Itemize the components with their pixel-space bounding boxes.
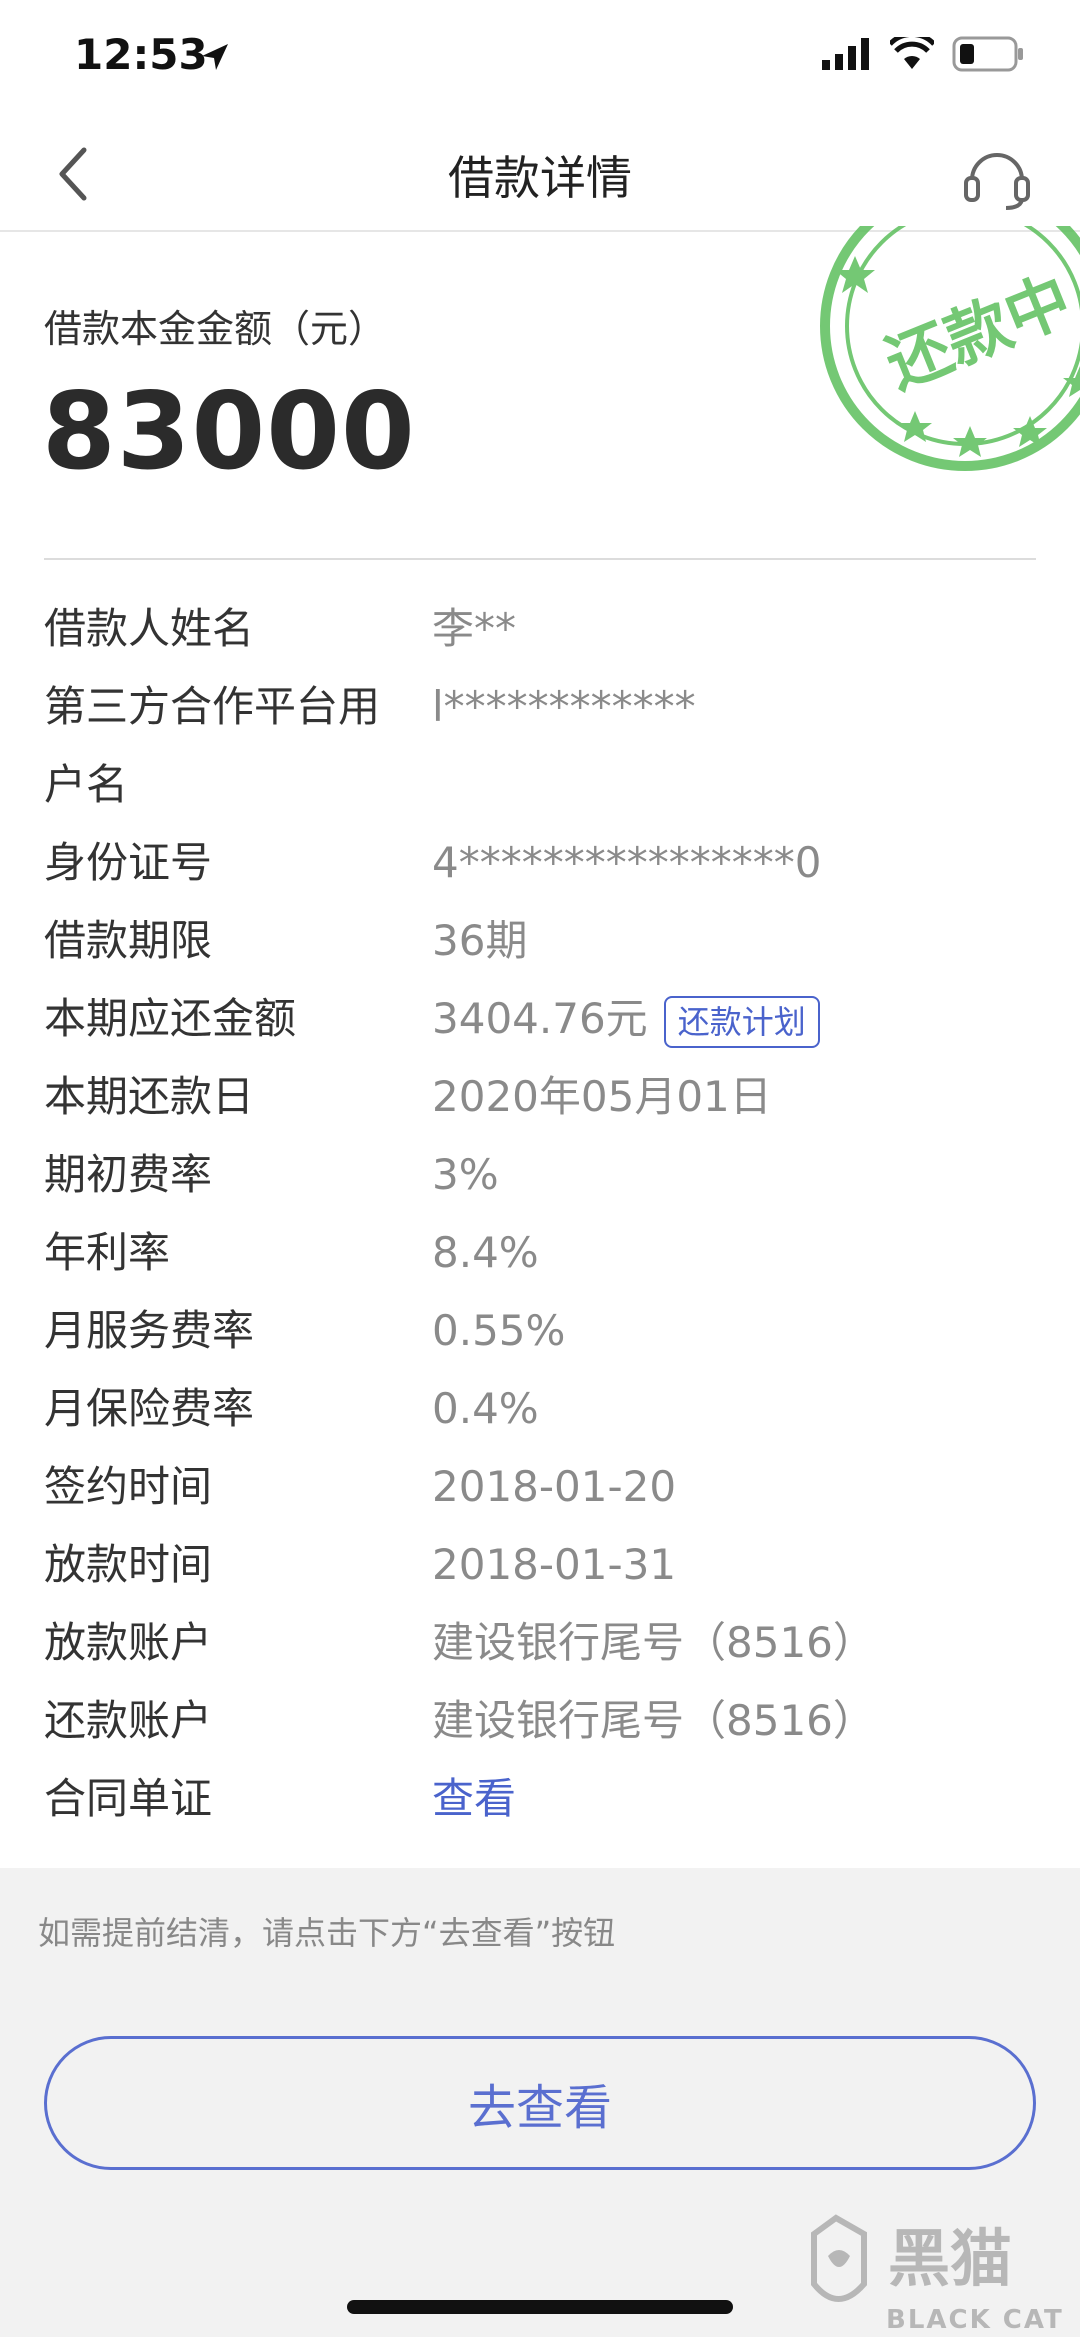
status-time: 12:53: [74, 30, 208, 79]
customer-service-button[interactable]: [962, 142, 1032, 212]
detail-value: 3%: [432, 1150, 499, 1199]
status-bar: 12:53: [0, 0, 1080, 118]
detail-label: 年利率: [44, 1228, 171, 1277]
home-indicator: [347, 2300, 733, 2314]
principal-label: 借款本金金额（元）: [44, 307, 387, 351]
detail-label: 月服务费率: [44, 1306, 255, 1355]
detail-label: 期初费率: [44, 1150, 213, 1199]
detail-value: 36期: [432, 916, 528, 965]
detail-label: 本期应还金额: [44, 994, 297, 1043]
view-contract-link[interactable]: 查看: [432, 1760, 516, 1838]
location-arrow-icon: [202, 44, 228, 70]
repaying-stamp: 还款中: [820, 226, 1080, 471]
detail-label: 放款时间: [44, 1540, 213, 1589]
detail-label: 本期还款日: [44, 1072, 255, 1121]
watermark-text-en: BLACK CAT: [886, 2305, 1064, 2335]
detail-label: 借款期限: [44, 916, 213, 965]
detail-value: 建设银行尾号（8516）: [432, 1618, 875, 1667]
repayment-plan-button[interactable]: 还款计划: [663, 995, 820, 1048]
detail-value: 4****************0: [432, 838, 822, 887]
detail-value: 李**: [432, 604, 517, 653]
detail-value: 0.55%: [432, 1306, 566, 1355]
detail-value-group: 3404.76元 还款计划: [432, 980, 820, 1058]
detail-value: 3404.76元: [432, 994, 648, 1043]
go-view-button[interactable]: 去查看: [44, 2036, 1036, 2170]
detail-label: 第三方合作平台用户名: [44, 682, 381, 809]
detail-label: 放款账户: [44, 1618, 213, 1667]
detail-value: 0.4%: [432, 1384, 539, 1433]
principal-amount: 83000: [42, 370, 416, 493]
detail-value: 建设银行尾号（8516）: [432, 1696, 875, 1745]
wifi-icon: [890, 37, 934, 69]
detail-label: 还款账户: [44, 1696, 213, 1745]
page-title: 借款详情: [448, 151, 632, 205]
detail-label: 借款人姓名: [44, 604, 255, 653]
detail-value: 8.4%: [432, 1228, 539, 1277]
detail-value: 2018-01-31: [432, 1540, 677, 1589]
early-settlement-hint: 如需提前结清，请点击下方“去查看”按钮: [38, 1914, 616, 1952]
black-cat-watermark: 黑猫 BLACK CAT: [811, 2214, 1064, 2335]
detail-value: 2018-01-20: [432, 1462, 677, 1511]
detail-value: 2020年05月01日: [432, 1072, 772, 1121]
watermark-text-cn: 黑猫: [888, 2222, 1012, 2295]
battery-icon: [952, 36, 1023, 72]
stamp-text: 还款中: [876, 263, 1080, 404]
signal-icon: [822, 38, 869, 70]
detail-label: 身份证号: [44, 838, 213, 887]
status-icons: [822, 36, 1024, 72]
divider: [44, 558, 1036, 560]
detail-label: 月保险费率: [44, 1384, 255, 1433]
detail-label: 签约时间: [44, 1462, 213, 1511]
nav-bar: 借款详情: [0, 118, 1080, 232]
detail-value: l************: [432, 682, 696, 731]
detail-label: 合同单证: [44, 1774, 213, 1823]
